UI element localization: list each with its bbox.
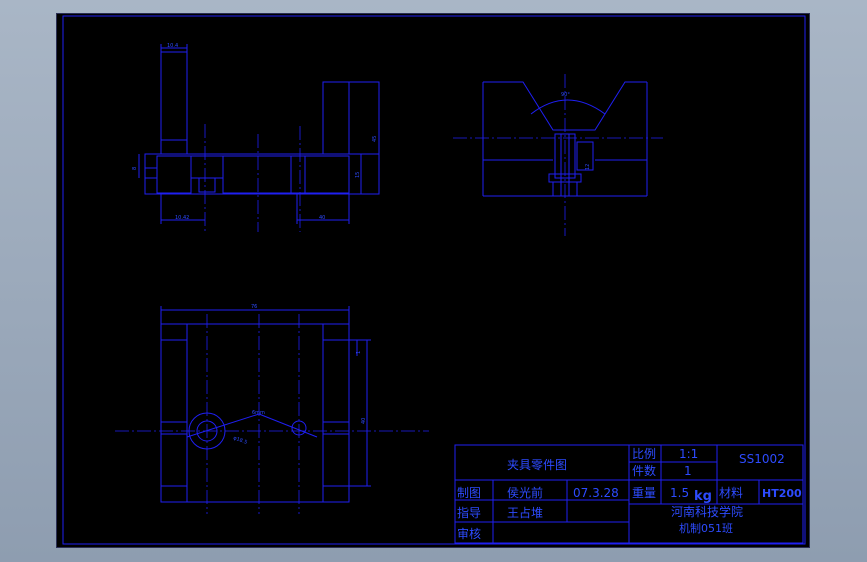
dim-side-hole: 12 [585, 164, 591, 170]
dim-top-hole-dia: φ18.5 [232, 435, 248, 446]
material-value: HT200 [762, 487, 802, 500]
dim-top-center-mark: 6mm [252, 410, 265, 416]
drawn-name: 侯光前 [507, 485, 543, 500]
title-block: 夹具零件图 比例 1:1 件数 1 SS1002 制图 侯光前 07.3.28 … [454, 444, 804, 544]
review-label: 审核 [457, 526, 481, 541]
quantity-value: 1 [684, 464, 692, 478]
drawn-date: 07.3.28 [573, 486, 619, 500]
class-name: 机制051班 [679, 521, 733, 535]
dim-top-right-small: 1 [356, 351, 362, 354]
weight-value: 1.5 [670, 486, 689, 500]
weight-unit: kg [694, 489, 712, 504]
guide-label: 指导 [457, 505, 481, 520]
school-name: 河南科技学院 [671, 504, 743, 519]
drawing-number: SS1002 [739, 452, 785, 466]
guide-name: 王占堆 [507, 505, 543, 520]
top-view: 76 1 40 6mm φ18.5 [115, 304, 429, 514]
dim-front-right-height: 15 [355, 172, 361, 178]
dim-front-total-height: 45 [372, 136, 378, 142]
dim-front-bottom-right: 40 [319, 215, 325, 221]
scale-label: 比例 [632, 447, 656, 461]
scale-value: 1:1 [679, 447, 698, 461]
dim-top-right-height: 40 [361, 418, 367, 424]
drawing-canvas: 10.4 8 10.42 40 15 45 90° 12 76 1 40 6mm… [62, 15, 806, 545]
dim-top-total-width: 76 [251, 304, 257, 310]
drawing-frame [62, 15, 806, 545]
front-section-view: 10.4 8 10.42 40 15 45 [132, 43, 380, 232]
side-view: 90° 12 [453, 74, 663, 236]
cad-drawing-viewport[interactable]: 10.4 8 10.42 40 15 45 90° 12 76 1 40 6mm… [56, 13, 810, 548]
drawn-label: 制图 [457, 486, 481, 500]
dim-side-angle: 90° [561, 92, 570, 98]
weight-label: 重量 [632, 486, 656, 500]
drawing-title: 夹具零件图 [507, 458, 567, 472]
dim-front-top-width: 10.4 [167, 43, 178, 49]
material-label: 材料 [719, 486, 743, 500]
dim-front-left-height: 8 [132, 167, 138, 170]
quantity-label: 件数 [632, 463, 656, 478]
dim-front-bottom-left: 10.42 [175, 215, 189, 221]
